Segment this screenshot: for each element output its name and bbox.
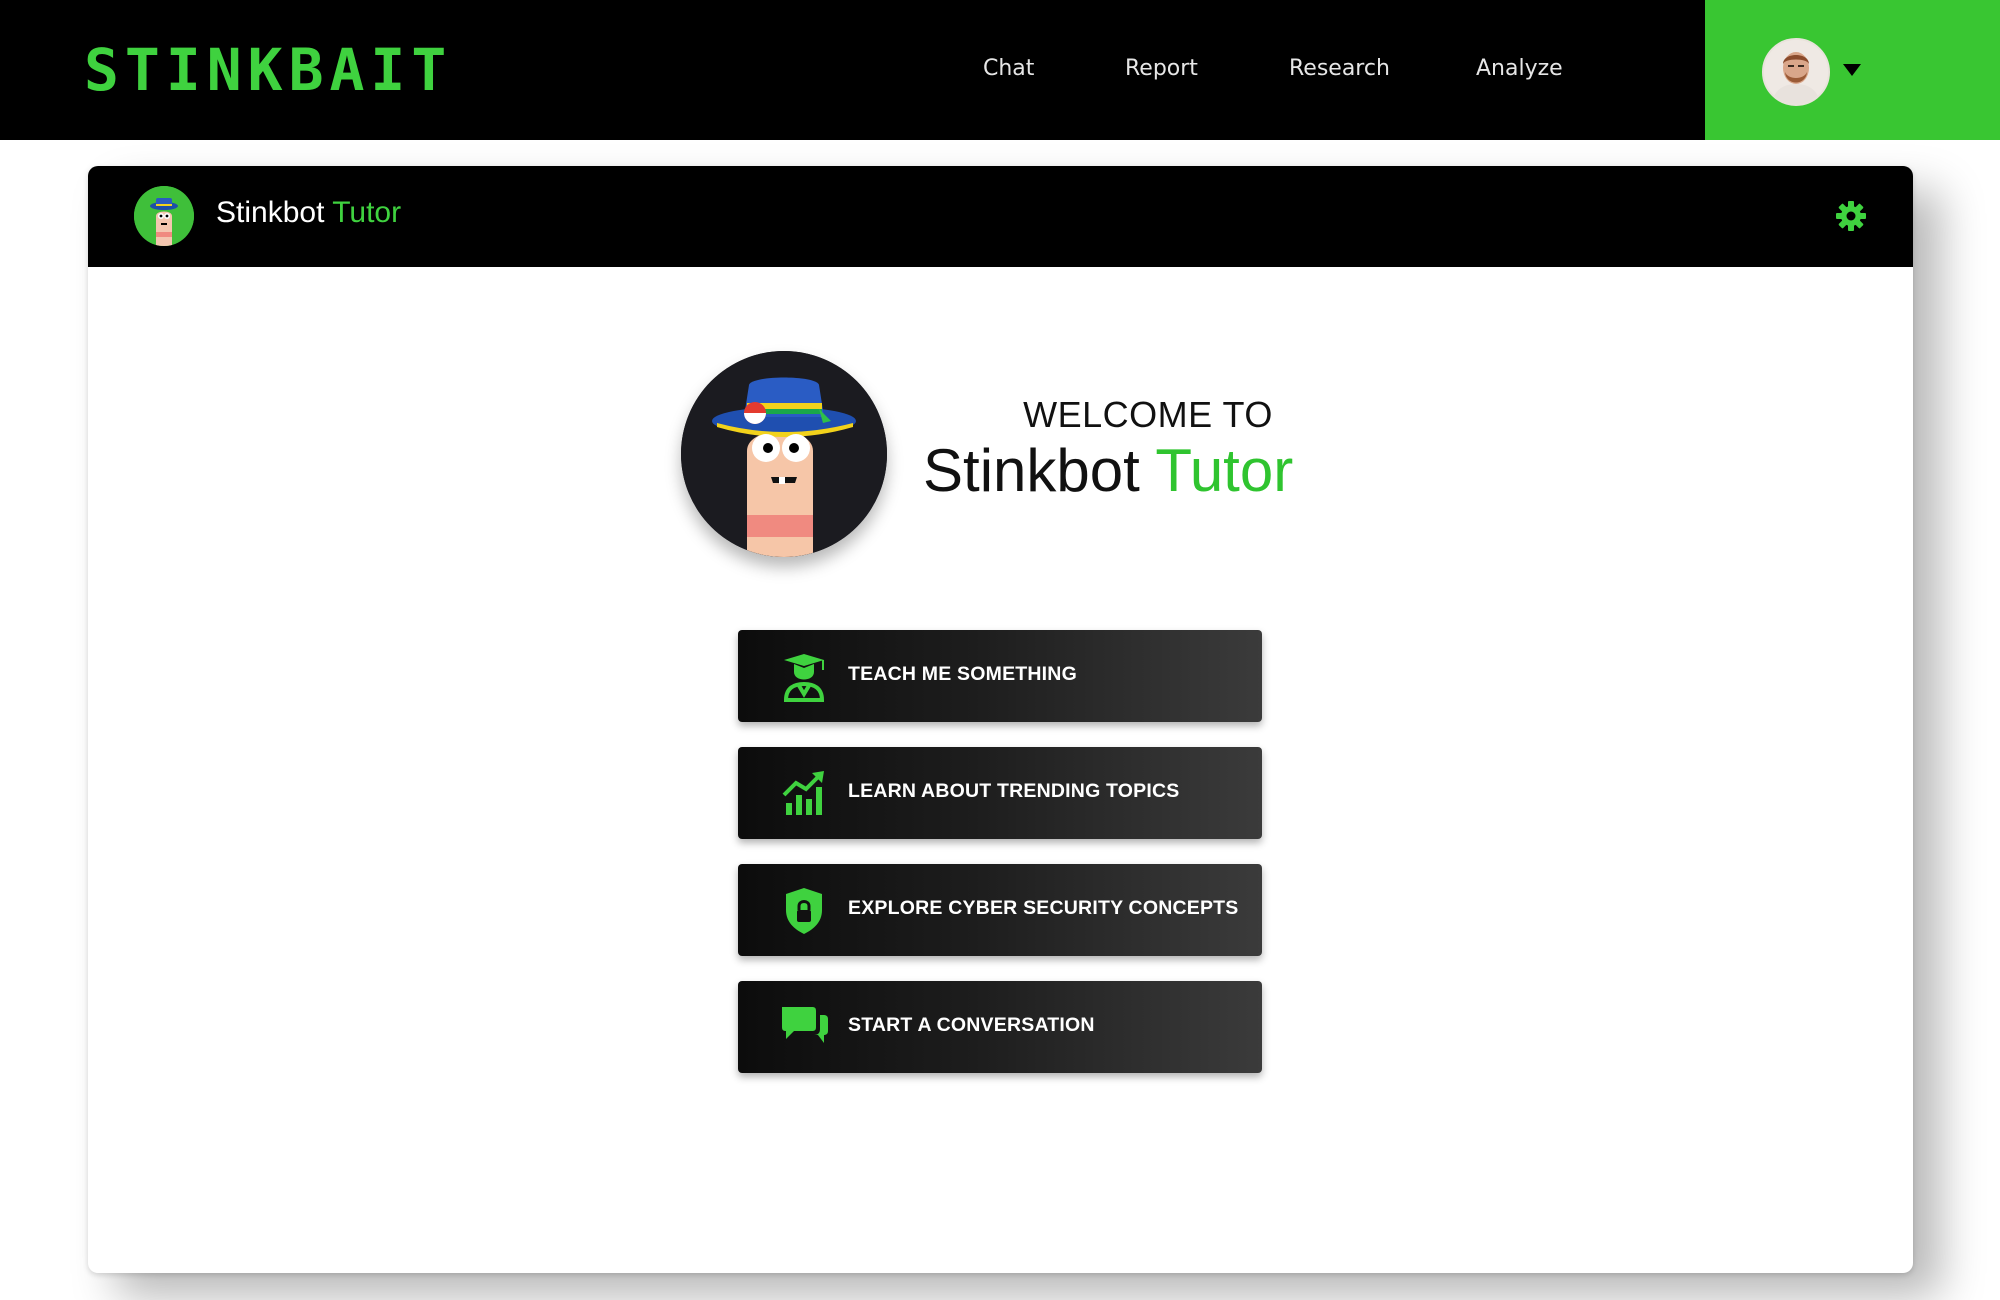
card-title-accent: Tutor xyxy=(332,196,402,229)
gear-icon[interactable] xyxy=(1835,200,1867,232)
nav-link-report[interactable]: Report xyxy=(1125,56,1198,81)
stinkbot-mascot xyxy=(681,351,887,557)
user-menu[interactable] xyxy=(1705,0,2000,140)
trending-chart-icon xyxy=(782,771,824,815)
caret-down-icon[interactable] xyxy=(1843,64,1861,76)
learn-trending-topics-label: LEARN ABOUT TRENDING TOPICS xyxy=(848,780,1180,802)
stinkbot-logo-icon xyxy=(134,186,194,246)
explore-cyber-security-button[interactable]: EXPLORE CYBER SECURITY CONCEPTS xyxy=(738,864,1262,956)
top-navigation-bar: STINKBAIT Chat Report Research Analyze xyxy=(0,0,2000,140)
welcome-title-main: Stinkbot xyxy=(923,437,1140,504)
user-avatar-image xyxy=(1764,40,1828,104)
tutor-card: Stinkbot Tutor WELCOME TO Stinkbot Tutor… xyxy=(88,166,1913,1273)
chat-bubbles-icon xyxy=(782,1007,828,1043)
welcome-title-accent: Tutor xyxy=(1155,437,1294,504)
teach-me-something-button[interactable]: TEACH ME SOMETHING xyxy=(738,630,1262,722)
brand-logo[interactable]: STINKBAIT xyxy=(84,34,452,106)
graduate-icon xyxy=(783,654,825,702)
learn-trending-topics-button[interactable]: LEARN ABOUT TRENDING TOPICS xyxy=(738,747,1262,839)
start-conversation-label: START A CONVERSATION xyxy=(848,1014,1095,1036)
start-conversation-button[interactable]: START A CONVERSATION xyxy=(738,981,1262,1073)
nav-link-chat[interactable]: Chat xyxy=(983,56,1034,81)
card-title-main: Stinkbot xyxy=(216,196,325,229)
user-avatar[interactable] xyxy=(1762,38,1830,106)
welcome-title: Stinkbot Tutor xyxy=(923,436,1293,505)
shield-lock-icon xyxy=(786,888,822,934)
explore-cyber-security-label: EXPLORE CYBER SECURITY CONCEPTS xyxy=(848,897,1239,919)
nav-link-research[interactable]: Research xyxy=(1289,56,1390,81)
welcome-label: WELCOME TO xyxy=(1023,394,1273,435)
card-title: Stinkbot Tutor xyxy=(216,196,401,230)
card-header: Stinkbot Tutor xyxy=(88,166,1913,267)
teach-me-something-label: TEACH ME SOMETHING xyxy=(848,663,1077,685)
nav-link-analyze[interactable]: Analyze xyxy=(1476,56,1563,81)
